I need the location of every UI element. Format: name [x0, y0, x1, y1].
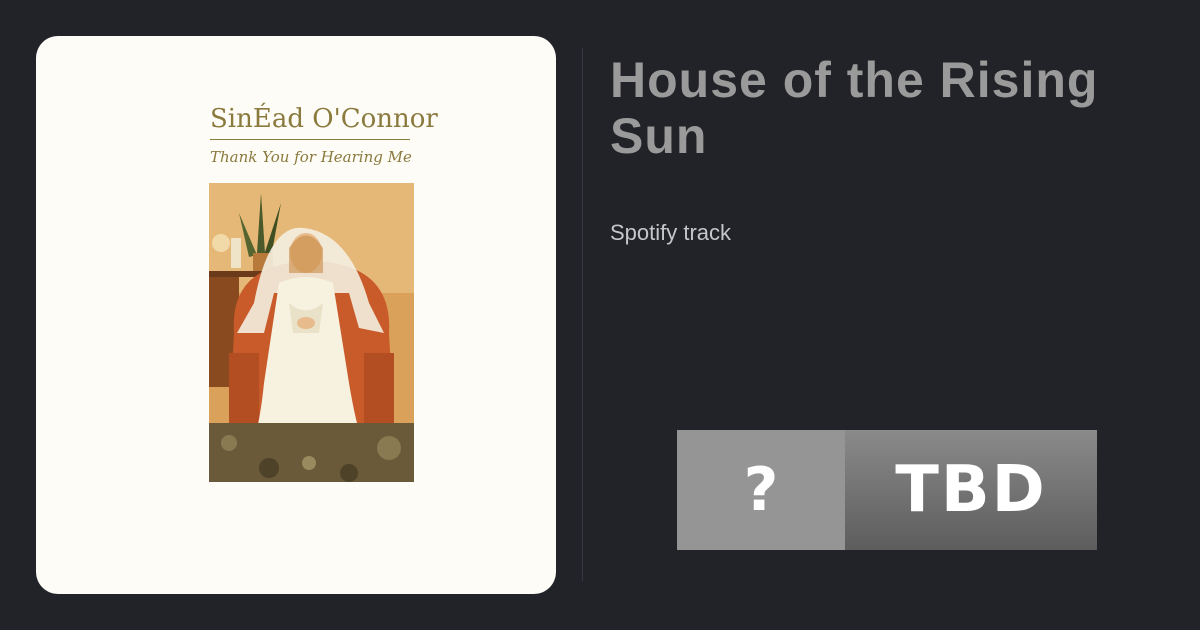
track-title-line1: House of the Rising — [610, 52, 1099, 108]
share-card: SinÉad O'Connor Thank You for Hearing Me — [0, 0, 1200, 630]
badge-left: ? — [677, 430, 845, 550]
rating-badge: ? TBD — [677, 430, 1097, 550]
badge-right: TBD — [845, 430, 1097, 550]
album-cover: SinÉad O'Connor Thank You for Hearing Me — [36, 36, 556, 594]
cover-artist: SinÉad O'Connor — [210, 104, 438, 134]
track-source: Spotify track — [610, 220, 732, 245]
cover-rule — [210, 139, 410, 140]
track-title-line2: Sun — [610, 108, 708, 164]
track-title: House of the Rising Sun — [610, 52, 1200, 172]
cover-photo — [209, 183, 414, 482]
vertical-divider — [582, 48, 583, 581]
cover-album-title: Thank You for Hearing Me — [210, 148, 412, 166]
cover-photo-illustration — [209, 183, 414, 482]
